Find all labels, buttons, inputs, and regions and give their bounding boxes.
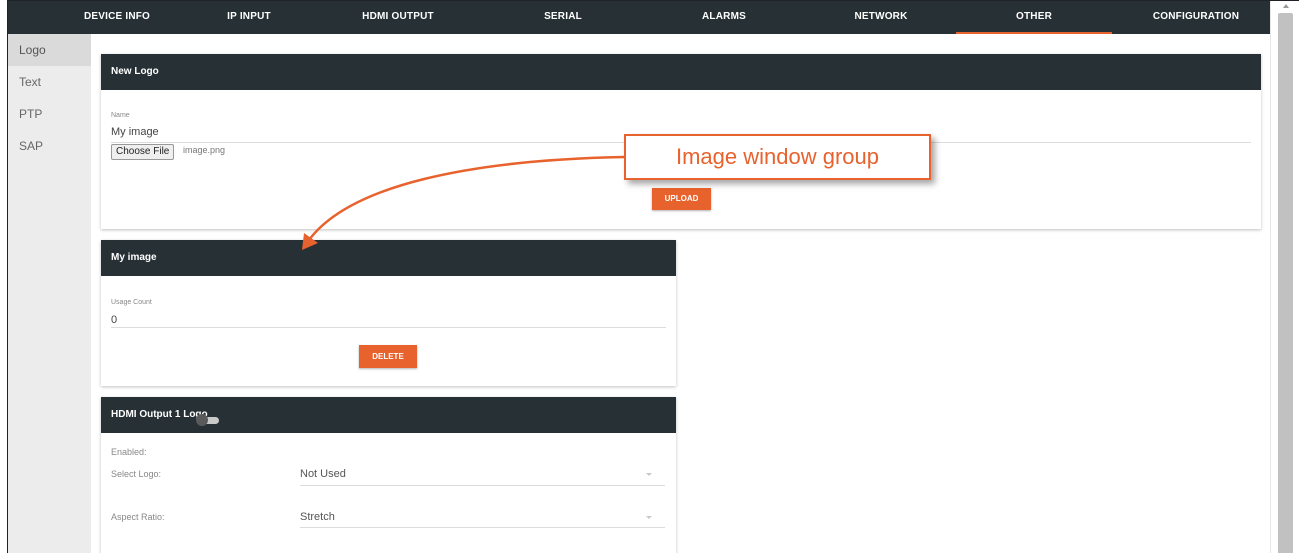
file-name-text: image.png (183, 145, 226, 155)
aspect-ratio-label: Aspect Ratio: (111, 512, 165, 522)
enabled-label: Enabled: (111, 447, 147, 457)
tab-alarms[interactable]: ALARMS (684, 1, 764, 34)
sidebar-item-sap[interactable]: SAP (8, 130, 91, 162)
new-logo-title: New Logo (101, 54, 1261, 90)
usage-count-value: 0 (111, 314, 118, 326)
chevron-down-icon (646, 516, 652, 519)
my-image-card: My image Usage Count 0 DELETE (101, 240, 676, 386)
tab-ip-input[interactable]: IP INPUT (214, 1, 284, 34)
sidebar-item-logo[interactable]: Logo (8, 34, 91, 66)
side-menu: Logo Text PTP SAP (8, 34, 91, 553)
chevron-down-icon (646, 473, 652, 476)
select-logo-label: Select Logo: (111, 469, 162, 479)
main-content: New Logo Name My image Choose File image… (91, 34, 1270, 553)
tab-device-info[interactable]: DEVICE INFO (67, 1, 167, 34)
tab-other[interactable]: OTHER (956, 1, 1112, 34)
my-image-title: My image (101, 240, 676, 276)
callout-box: Image window group (624, 134, 931, 180)
top-nav: DEVICE INFO IP INPUT HDMI OUTPUT SERIAL … (8, 1, 1270, 34)
tab-hdmi-output[interactable]: HDMI OUTPUT (348, 1, 448, 34)
scrollbar[interactable] (1270, 1, 1299, 553)
aspect-ratio-underline (300, 527, 665, 528)
sidebar-item-ptp[interactable]: PTP (8, 98, 91, 130)
sidebar-item-text[interactable]: Text (8, 66, 91, 98)
tab-configuration[interactable]: CONFIGURATION (1141, 1, 1251, 34)
hdmi-output-logo-card: HDMI Output 1 Logo Enabled: Select Logo:… (101, 397, 676, 553)
toggle-knob (196, 414, 208, 426)
hdmi-logo-title: HDMI Output 1 Logo (101, 397, 676, 433)
usage-underline (111, 327, 666, 328)
name-label: Name (111, 112, 130, 119)
tab-serial[interactable]: SERIAL (528, 1, 598, 34)
tab-network[interactable]: NETWORK (841, 1, 921, 34)
upload-button[interactable]: UPLOAD (652, 188, 711, 210)
name-input[interactable]: My image (111, 126, 159, 138)
scroll-thumb[interactable] (1278, 13, 1293, 553)
select-logo-dropdown[interactable]: Not Used (300, 468, 346, 480)
choose-file-button[interactable]: Choose File (111, 144, 175, 160)
select-logo-underline (300, 485, 665, 486)
app-frame: DEVICE INFO IP INPUT HDMI OUTPUT SERIAL … (7, 0, 1299, 553)
scroll-up-arrow-icon[interactable] (1283, 4, 1289, 8)
delete-button[interactable]: DELETE (359, 345, 417, 368)
usage-count-label: Usage Count (111, 299, 152, 306)
aspect-ratio-dropdown[interactable]: Stretch (300, 511, 335, 523)
